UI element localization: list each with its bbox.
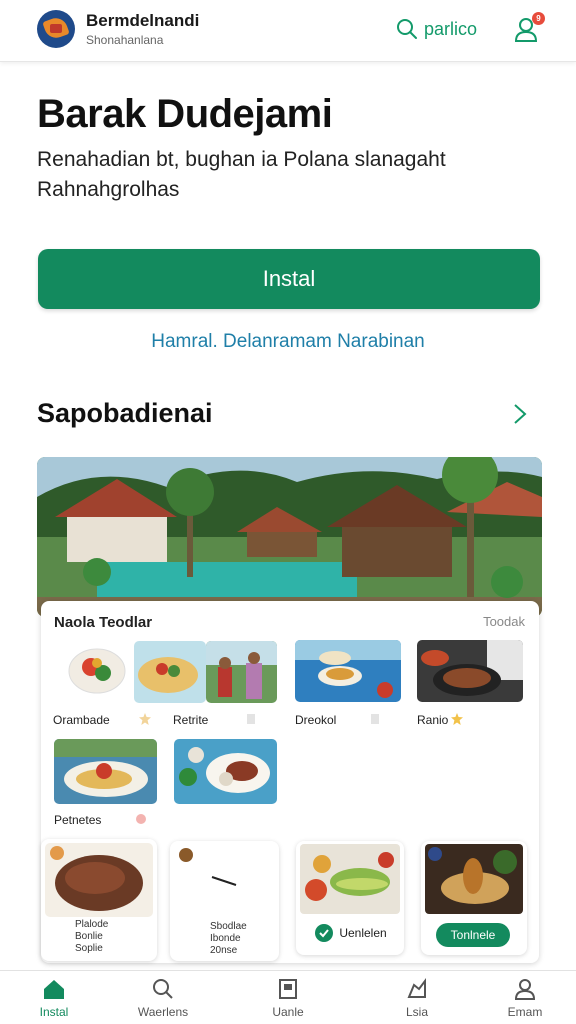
app-subtitle: Shonahanlana <box>86 33 164 47</box>
item-card-1-text: Plalode Bonlie Soplie <box>75 919 109 954</box>
page-description: Renahadian bt, bughan ia Polana slanagah… <box>37 148 446 201</box>
nav-label-library: Uanle <box>272 1005 304 1019</box>
card-see-all-link[interactable]: Toodak <box>483 614 525 629</box>
home-icon <box>44 980 64 999</box>
item-card-2[interactable]: Sbodlae Ibonde 20nse <box>170 841 279 961</box>
edit-icon <box>407 978 426 998</box>
food-tile-6[interactable] <box>174 739 277 804</box>
food-tile-3[interactable] <box>295 640 401 702</box>
check-circle-icon <box>315 924 334 942</box>
food-tile-4[interactable] <box>417 640 523 702</box>
search-icon <box>397 19 417 39</box>
vegetables-photo <box>300 844 400 914</box>
resort-photo <box>37 457 542 617</box>
flower-icon <box>136 814 146 824</box>
item-card-4[interactable]: Tonlnele <box>421 841 527 955</box>
item-card-4-button[interactable]: Tonlnele <box>436 923 510 947</box>
nav-label-list: Lsia <box>405 1005 428 1019</box>
chevron-right-icon[interactable] <box>510 402 530 426</box>
food-tile-1[interactable] <box>65 641 127 701</box>
nav-item-install[interactable]: Instal <box>9 977 99 1019</box>
app-title: Bermdelnandi <box>86 11 200 30</box>
utensil-photo <box>174 845 274 915</box>
people-tile[interactable] <box>206 641 277 703</box>
more-info-link[interactable]: Hamral. Delanramam Narabinan <box>0 331 576 353</box>
featured-card: Naola Teodlar Toodak Orambade Retrite Dr… <box>41 601 539 963</box>
dessert-photo <box>425 844 523 914</box>
star-icon-2 <box>451 713 463 725</box>
nav-item-search[interactable]: Waerlens <box>118 977 208 1019</box>
search-label: parlico <box>424 18 478 39</box>
item-card-3-button[interactable]: Uenlelen <box>310 921 392 945</box>
search-button[interactable]: parlico <box>396 18 477 40</box>
nav-item-profile[interactable]: Emam <box>480 977 570 1019</box>
tile-label-5: Petnetes <box>54 813 102 827</box>
food-tile-5[interactable] <box>54 739 157 804</box>
item-card-2-text: Sbodlae Ibonde 20nse <box>210 921 247 956</box>
page-title: Barak Dudejami <box>37 92 333 136</box>
nav-label-install: Instal <box>39 1005 69 1019</box>
bottom-navigation: Instal Waerlens Uanle Lsia Emam <box>0 970 576 1024</box>
tile-label-3: Dreokol <box>295 713 337 727</box>
tile-label-1: Orambade <box>53 713 110 727</box>
card-title: Naola Teodlar <box>54 614 153 631</box>
star-icon <box>139 713 151 725</box>
bookmark-icon <box>247 714 255 724</box>
tile-label-4: Ranio <box>417 713 449 727</box>
nav-item-library[interactable]: Uanle <box>243 977 333 1019</box>
food-tile-2[interactable] <box>134 641 206 703</box>
nav-label-search: Waerlens <box>137 1005 189 1019</box>
app-header: Bermdelnandi Shonahanlana parlico 9 <box>0 0 576 62</box>
item-card-3[interactable]: Uenlelen <box>296 841 404 955</box>
notification-badge: 9 <box>532 12 545 25</box>
item-card-1[interactable]: Plalode Bonlie Soplie <box>41 839 157 961</box>
profile-icon <box>514 979 536 1000</box>
nav-item-list[interactable]: Lsia <box>372 977 462 1019</box>
tile-label-2: Retrite <box>173 713 209 727</box>
nav-label-profile: Emam <box>507 1005 543 1019</box>
search-nav-icon <box>153 979 173 999</box>
meat-photo <box>45 843 153 917</box>
app-logo <box>37 10 75 48</box>
section-title: Sapobadienai <box>37 398 213 428</box>
install-button[interactable]: Instal <box>38 249 540 309</box>
book-icon <box>279 979 297 999</box>
bookmark-icon-2 <box>371 714 379 724</box>
